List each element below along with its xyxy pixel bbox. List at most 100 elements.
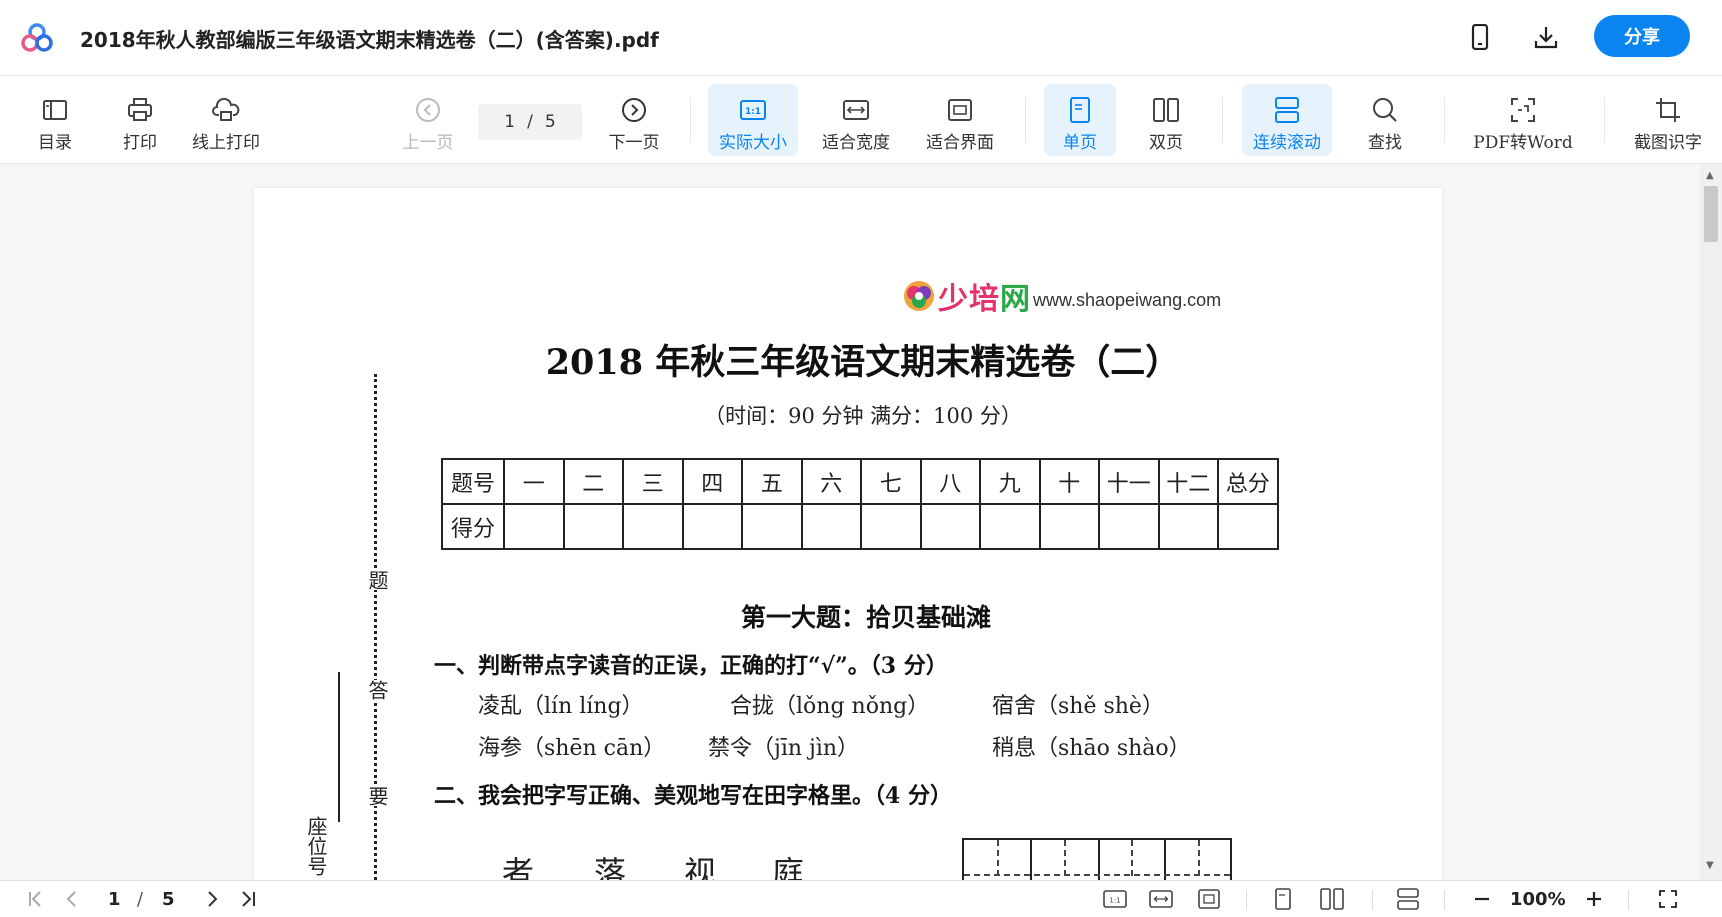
page-number-input[interactable]: 1 / 5 (478, 104, 582, 140)
score-table-score-row: 得分 (441, 503, 1279, 550)
single-page-icon (1066, 96, 1094, 124)
fit-screen-button[interactable]: 适合界面 (922, 84, 998, 156)
fullscreen-button[interactable] (1656, 887, 1680, 911)
first-page-button[interactable] (24, 887, 48, 911)
continuous-scroll-label: 连续滚动 (1253, 133, 1321, 153)
last-page-button[interactable] (236, 887, 260, 911)
binding-char: 要 (358, 786, 392, 806)
status-divider (1628, 890, 1629, 910)
find-button[interactable]: 查找 (1360, 84, 1410, 156)
actual-size-button[interactable]: 1:1 实际大小 (708, 84, 798, 156)
svg-text:1:1: 1:1 (1109, 897, 1120, 905)
double-page-icon (1152, 96, 1180, 124)
table-cell: 十二 (1157, 458, 1219, 505)
search-icon (1371, 96, 1399, 124)
table-cell (800, 503, 862, 550)
continuous-scroll-small-button[interactable] (1394, 887, 1422, 911)
single-page-label: 单页 (1063, 133, 1097, 153)
crop-ocr-icon (1654, 96, 1682, 124)
document-title: 2018年秋人教部编版三年级语文期末精选卷（二）(含答案).pdf (80, 28, 659, 52)
actual-size-label: 实际大小 (719, 133, 787, 153)
double-page-label: 双页 (1149, 133, 1183, 153)
prev-page-button[interactable]: 上一页 (398, 84, 458, 156)
table-cell: 十一 (1098, 458, 1160, 505)
table-cell (919, 503, 981, 550)
toolbar-divider (1444, 98, 1445, 142)
scroll-down-icon[interactable]: ▼ (1706, 860, 1714, 871)
screenshot-ocr-button[interactable]: 截图识字 (1630, 84, 1706, 156)
fit-width-icon (1149, 890, 1173, 908)
continuous-scroll-button[interactable]: 连续滚动 (1242, 84, 1332, 156)
actual-size-icon: 1:1 (739, 96, 767, 124)
toc-button[interactable]: 目录 (34, 84, 76, 156)
scrollbar-thumb[interactable] (1704, 186, 1718, 242)
find-label: 查找 (1368, 133, 1402, 153)
print-button[interactable]: 打印 (118, 84, 162, 156)
share-button[interactable]: 分享 (1594, 15, 1690, 57)
table-cell: 二 (562, 458, 624, 505)
prev-page-label: 上一页 (402, 133, 454, 153)
continuous-scroll-icon (1273, 96, 1301, 124)
exam-title: 2018 年秋三年级语文期末精选卷（二） (545, 342, 1181, 383)
download-button[interactable] (1531, 22, 1561, 52)
table-cell: 得分 (441, 503, 505, 550)
write-char: 落 (594, 854, 627, 880)
single-page-small-button[interactable] (1272, 887, 1294, 911)
brand-logo: 少培网 www.shaopeiwang.com (902, 274, 1221, 318)
zoom-out-icon (1475, 897, 1489, 901)
scroll-up-icon[interactable]: ▲ (1706, 170, 1714, 181)
phone-icon (1471, 24, 1489, 50)
pdf-to-word-button[interactable]: PDF转Word (1473, 84, 1573, 156)
double-page-small-button[interactable] (1318, 887, 1346, 911)
table-cell: 十 (1038, 458, 1100, 505)
fit-screen-small-button[interactable] (1196, 887, 1222, 911)
zoom-in-button[interactable] (1582, 887, 1606, 911)
table-cell: 六 (800, 458, 862, 505)
pdf-to-word-icon (1509, 96, 1537, 124)
actual-size-small-button[interactable]: 1:1 (1102, 887, 1128, 911)
page-total: 5 (544, 112, 556, 132)
double-page-button[interactable]: 双页 (1136, 84, 1196, 156)
mobile-view-button[interactable] (1465, 22, 1495, 52)
status-bar: 1 / 5 1:1 100% (0, 880, 1722, 917)
vertical-scrollbar[interactable]: ▲ ▼ (1700, 164, 1722, 880)
next-page-small-button[interactable] (200, 887, 224, 911)
next-page-button[interactable]: 下一页 (604, 84, 664, 156)
table-cell (1038, 503, 1100, 550)
double-page-icon (1320, 888, 1344, 910)
toc-label: 目录 (38, 133, 72, 153)
fit-width-icon (842, 96, 870, 124)
write-char: 庭 (772, 854, 805, 880)
zoom-out-button[interactable] (1470, 887, 1494, 911)
print-label: 打印 (123, 133, 157, 153)
score-table: 题号 一 二 三 四 五 六 七 八 九 十 十一 十二 总分 得分 (441, 458, 1279, 550)
single-page-icon (1275, 888, 1291, 910)
brand-url: www.shaopeiwang.com (1033, 289, 1222, 310)
question-2: 二、我会把字写正确、美观地写在田字格里。（4 分） (434, 783, 952, 809)
table-cell (681, 503, 743, 550)
prev-page-icon (66, 891, 76, 907)
toolbar-divider (690, 98, 691, 142)
fit-width-button[interactable]: 适合宽度 (818, 84, 894, 156)
first-page-icon (29, 891, 41, 907)
document-viewport[interactable]: 少培网 www.shaopeiwang.com 2018 年秋三年级语文期末精选… (0, 164, 1700, 880)
actual-size-icon: 1:1 (1103, 890, 1127, 908)
prev-page-small-button[interactable] (60, 887, 84, 911)
table-cell: 七 (860, 458, 922, 505)
single-page-button[interactable]: 单页 (1044, 84, 1116, 156)
table-cell: 三 (622, 458, 684, 505)
seat-number-label: 座位号 (304, 816, 328, 876)
last-page-icon (242, 891, 255, 907)
pinyin-item: 禁令（jīn jìn） (708, 736, 860, 761)
table-cell (1217, 503, 1279, 550)
continuous-scroll-icon (1397, 888, 1419, 910)
print-icon (126, 96, 154, 124)
table-cell (562, 503, 624, 550)
pinyin-item: 凌乱（lín líng） (478, 694, 644, 719)
fit-width-small-button[interactable] (1148, 887, 1174, 911)
pinyin-item: 宿舍（shě shè） (992, 694, 1164, 719)
screenshot-ocr-label: 截图识字 (1634, 133, 1702, 153)
status-divider (1444, 890, 1445, 910)
online-print-button[interactable]: 线上打印 (188, 84, 264, 156)
fit-screen-icon (1198, 889, 1220, 909)
